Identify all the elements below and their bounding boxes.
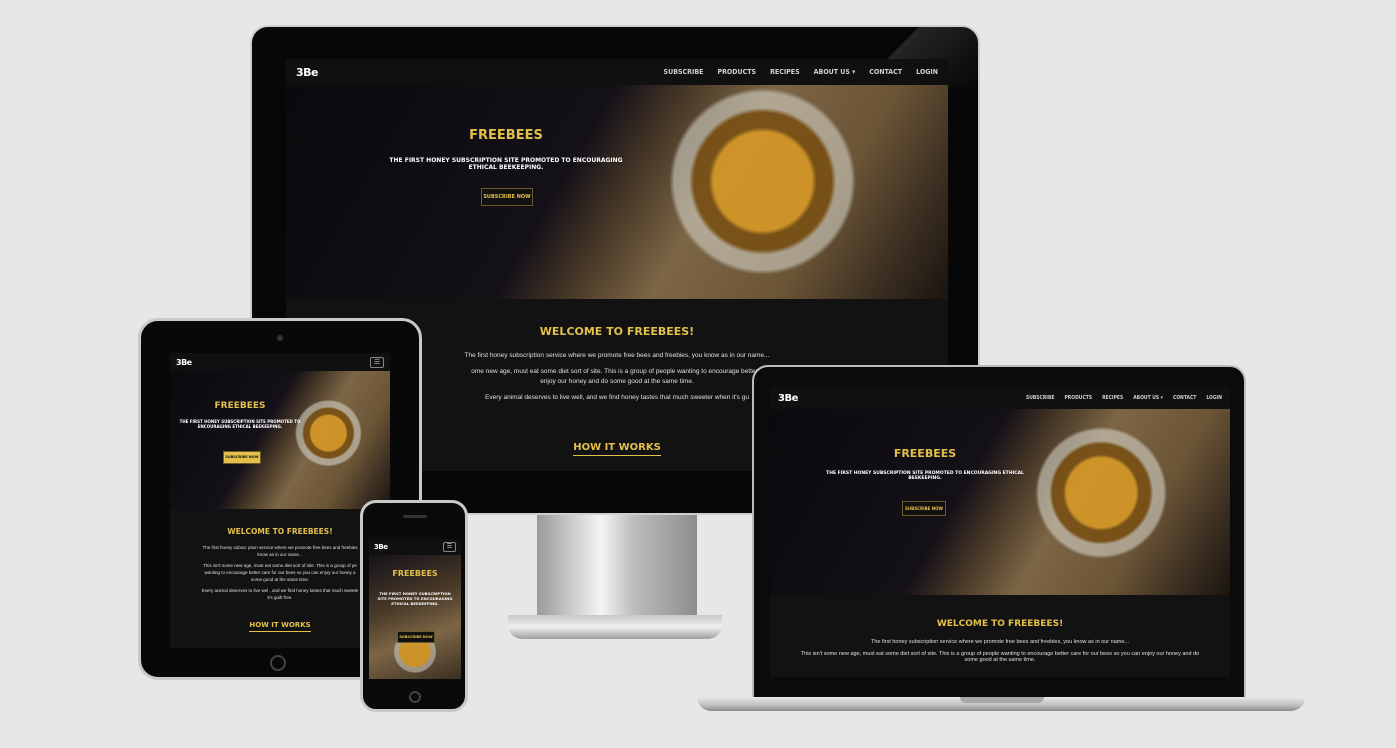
phone: 3Be ☰ Freebees The first honey subscript… xyxy=(360,500,468,712)
welcome-paragraph-3b: it's guilt free. xyxy=(267,595,293,600)
hero-subtitle: The first honey subscription site promot… xyxy=(179,419,301,429)
home-button[interactable] xyxy=(270,655,286,671)
nav-contact[interactable]: Contact xyxy=(1173,395,1196,401)
nav-links: Subscribe Products Recipes About Us ▾ Co… xyxy=(1026,395,1222,401)
site-logo[interactable]: 3Be xyxy=(374,543,388,551)
nav-links: Subscribe Products Recipes About Us ▾ Co… xyxy=(664,68,938,76)
hero-subtitle: The first honey subscription site promot… xyxy=(377,591,453,606)
welcome-section: Welcome to Freebees! The first honey sub… xyxy=(770,595,1230,677)
welcome-paragraph-3: Every animal deserves to live wel , and … xyxy=(201,588,359,593)
front-camera xyxy=(277,335,283,341)
nav-login[interactable]: Login xyxy=(1206,395,1222,401)
welcome-title: Welcome to Freebees! xyxy=(936,619,1064,629)
laptop-screen: 3Be Subscribe Products Recipes About Us … xyxy=(770,387,1230,677)
home-button[interactable] xyxy=(409,691,421,703)
site-logo[interactable]: 3Be xyxy=(176,358,192,367)
site-logo[interactable]: 3Be xyxy=(778,393,798,404)
nav-products[interactable]: Products xyxy=(717,68,756,76)
hero-subtitle: The first honey subscription site promot… xyxy=(826,471,1024,481)
welcome-section: Welcome to Freebees! The first honey sub… xyxy=(170,509,390,648)
welcome-paragraph-1: The first honey subscription service whe… xyxy=(870,639,1130,645)
welcome-paragraph-1b: know as in our name... xyxy=(257,552,303,557)
welcome-paragraph-2b: wanting to encourage better care for our… xyxy=(204,570,356,575)
monitor-neck xyxy=(537,515,697,620)
navbar: 3Be ☰ xyxy=(369,539,461,555)
hero-banner: Freebees The first honey subscription si… xyxy=(286,85,948,299)
phone-screen: 3Be ☰ Freebees The first honey subscript… xyxy=(369,539,461,679)
hero-subtitle: The first honey subscription site promot… xyxy=(389,157,623,171)
nav-contact[interactable]: Contact xyxy=(869,68,902,76)
monitor-base xyxy=(508,615,722,639)
subscribe-now-button[interactable]: Subscribe Now xyxy=(223,451,261,464)
nav-recipes[interactable]: Recipes xyxy=(1102,395,1123,401)
subscribe-now-button[interactable]: Subscribe Now xyxy=(481,188,533,206)
laptop: 3Be Subscribe Products Recipes About Us … xyxy=(752,365,1246,700)
subscribe-now-button[interactable]: Subscribe Now xyxy=(902,501,946,516)
hero-title: Freebees xyxy=(469,128,543,143)
nav-about-us[interactable]: About Us ▾ xyxy=(814,68,856,76)
nav-products[interactable]: Products xyxy=(1064,395,1092,401)
navbar: 3Be ☰ xyxy=(170,353,390,371)
nav-subscribe[interactable]: Subscribe xyxy=(664,68,704,76)
nav-about-us[interactable]: About Us ▾ xyxy=(1133,395,1163,401)
hero-banner: Freebees The first honey subscription si… xyxy=(770,409,1230,595)
nav-recipes[interactable]: Recipes xyxy=(770,68,800,76)
nav-subscribe[interactable]: Subscribe xyxy=(1026,395,1055,401)
navbar: 3Be Subscribe Products Recipes About Us … xyxy=(770,387,1230,409)
welcome-title: Welcome to Freebees! xyxy=(227,527,333,536)
how-it-works-link[interactable]: How it works xyxy=(249,621,311,632)
subscribe-now-button[interactable]: Subscribe Now xyxy=(397,631,435,643)
how-it-works-link[interactable]: How it works xyxy=(573,442,661,456)
navbar: 3Be Subscribe Products Recipes About Us … xyxy=(286,59,948,85)
hero-banner: Freebees The first honey subscription si… xyxy=(170,371,390,509)
hero-title: Freebees xyxy=(214,401,266,411)
site-logo[interactable]: 3Be xyxy=(296,66,319,79)
hero-title: Freebees xyxy=(392,569,438,578)
hero-banner: Freebees The first honey subscription si… xyxy=(369,555,461,679)
nav-login[interactable]: Login xyxy=(916,68,938,76)
welcome-paragraph-1: The first honey subscr ption service whe… xyxy=(202,545,358,550)
welcome-paragraph-2: This isn't some new age, must eat some d… xyxy=(800,651,1200,663)
tablet-screen: 3Be ☰ Freebees The first honey subscript… xyxy=(170,353,390,648)
welcome-paragraph-2c: some good at the same time. xyxy=(250,577,310,582)
hamburger-menu-button[interactable]: ☰ xyxy=(443,542,456,552)
hamburger-menu-button[interactable]: ☰ xyxy=(370,356,384,368)
hero-title: Freebees xyxy=(893,447,957,460)
speaker-grille xyxy=(403,515,427,518)
laptop-notch xyxy=(960,697,1044,703)
welcome-paragraph-2: This isn't some new age, must eat some d… xyxy=(203,563,357,568)
